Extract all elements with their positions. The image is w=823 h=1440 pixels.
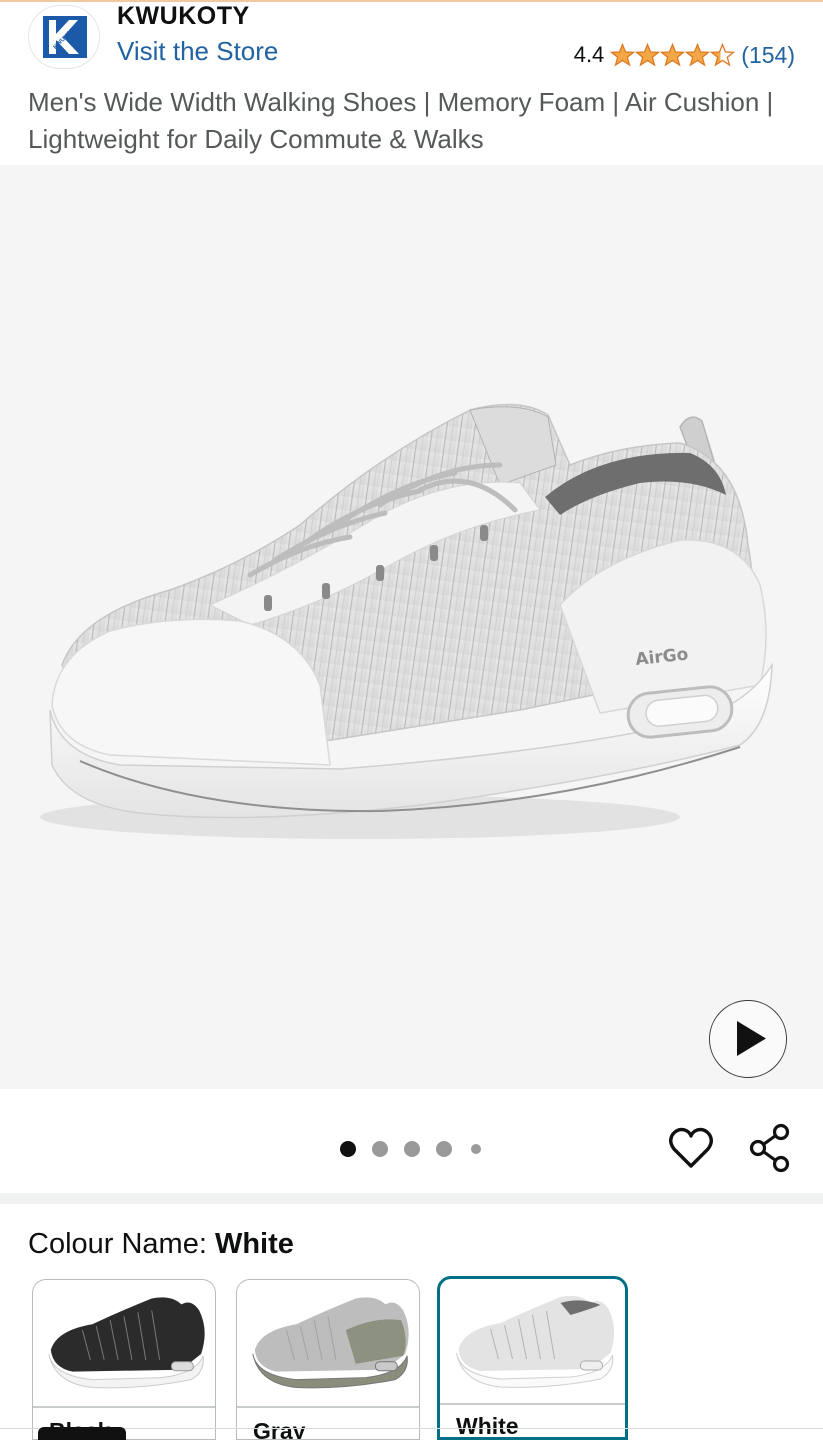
rating-count-link[interactable]: (154) xyxy=(741,42,795,69)
star-full-icon xyxy=(610,43,636,67)
star-full-icon xyxy=(685,43,711,67)
wishlist-button[interactable] xyxy=(666,1123,716,1173)
colour-swatch-white[interactable]: White xyxy=(437,1276,628,1440)
colour-name-label: Colour Name: White xyxy=(28,1228,294,1261)
heart-icon xyxy=(669,1127,713,1168)
brand-name: KWUKOTY xyxy=(117,2,250,30)
gallery-dot[interactable] xyxy=(471,1144,481,1154)
colour-name-prefix: Colour Name: xyxy=(28,1228,215,1260)
star-half-icon xyxy=(710,43,736,67)
swatch-image-black xyxy=(48,1297,205,1389)
swatch-label-gray: Gray xyxy=(253,1418,306,1440)
brand-row: KWUKOTY KWUKOTY Visit the Store 4.4 (154… xyxy=(0,2,823,80)
swatch-separator xyxy=(237,1406,419,1408)
rating-value: 4.4 xyxy=(573,42,605,67)
star-rating xyxy=(610,43,736,67)
colour-swatch-black[interactable]: Black xyxy=(32,1279,216,1440)
colour-name-selected: White xyxy=(214,1228,294,1260)
section-divider xyxy=(0,1193,823,1204)
swatch-image-white xyxy=(456,1295,615,1388)
star-full-icon xyxy=(635,43,661,67)
star-full-icon xyxy=(660,43,686,67)
rating-summary[interactable]: 4.4 (154) xyxy=(574,40,795,70)
swatch-separator xyxy=(440,1403,625,1405)
swatch-label-white: White xyxy=(456,1413,519,1439)
play-icon xyxy=(737,1021,766,1056)
colour-swatch-gray[interactable]: Gray xyxy=(236,1279,420,1440)
gallery-dot[interactable] xyxy=(404,1141,420,1157)
product-image[interactable]: AirGo xyxy=(0,165,823,1089)
gallery-dot[interactable] xyxy=(372,1141,388,1157)
gallery-controls xyxy=(0,1089,823,1193)
swatch-image-gray xyxy=(252,1297,409,1389)
bottom-pill xyxy=(38,1427,126,1440)
brand-logo[interactable]: KWUKOTY xyxy=(28,5,100,69)
swatch-separator xyxy=(33,1406,215,1408)
gallery-dot[interactable] xyxy=(436,1141,452,1157)
share-icon xyxy=(749,1123,790,1173)
product-title: Men's Wide Width Walking Shoes | Memory … xyxy=(28,87,774,154)
product-image-gallery[interactable]: AirGo xyxy=(0,165,823,1089)
share-button[interactable] xyxy=(746,1123,796,1173)
play-video-button[interactable] xyxy=(709,1000,787,1078)
gallery-dot-active[interactable] xyxy=(340,1141,356,1157)
visit-store-link[interactable]: Visit the Store xyxy=(117,36,278,67)
